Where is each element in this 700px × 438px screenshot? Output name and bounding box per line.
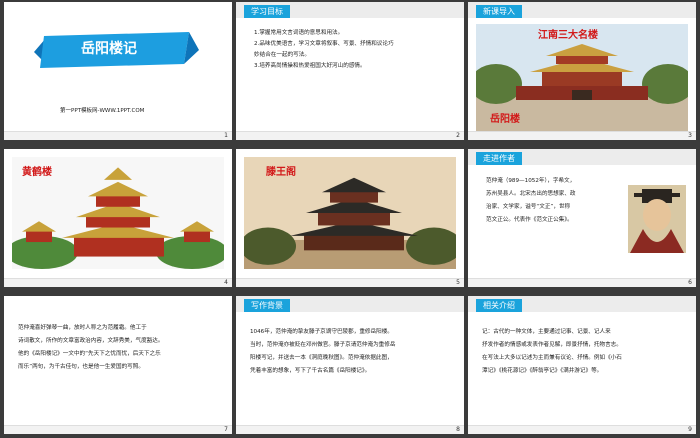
slide-footer: 8 [236, 425, 464, 434]
slide-footer: 1 [4, 131, 232, 140]
slide-number: 5 [456, 279, 460, 286]
caption-bottom: 岳阳楼 [490, 114, 520, 125]
header-bar: 新课导入 [468, 2, 696, 18]
text-line: 他的《岳阳楼记》一文中的“先天下之忧而忧，后天下之乐 [18, 351, 161, 357]
header-bar: 学习目标 [236, 2, 464, 18]
slide-subtitle: 第一PPT模板网-WWW.1PPT.COM [60, 108, 145, 114]
header-tab: 写作背景 [244, 299, 290, 312]
author-portrait [628, 185, 686, 253]
text-line: 范仲淹喜好弹琴一曲，放时人称之为范履霜。他工于 [18, 325, 147, 331]
text-line: 潭记》《桃花源记》《醉翁亭记》《满井游记》等。 [482, 368, 603, 374]
text-line: 当时，范仲淹亦被贬在邓州做官。滕子京请范仲淹为重修岳 [250, 342, 396, 348]
slide-number: 8 [456, 426, 460, 433]
slide-5[interactable]: 滕王阁 5 [236, 149, 464, 287]
slide-9[interactable]: 相关介绍 记：古代的一种文体，主要通过记事、记景、记人来 抒发作者的情感或发表作… [468, 296, 696, 434]
slide-7[interactable]: 范仲淹喜好弹琴一曲，放时人称之为范履霜。他工于 诗词散文，所作的文章富政治内容，… [4, 296, 232, 434]
text-line: 3.培养高尚情操和热爱祖国大好河山的感情。 [254, 63, 366, 69]
text-line: 范文正公。代表作《范文正公集》。 [486, 217, 573, 223]
slide-number: 9 [688, 426, 692, 433]
header-tab: 走进作者 [476, 152, 522, 165]
header-bar: 相关介绍 [468, 296, 696, 312]
header-bar: 走进作者 [468, 149, 696, 165]
photo-caption: 滕王阁 [266, 167, 296, 178]
header-tab: 学习目标 [244, 5, 290, 18]
slide-3[interactable]: 新课导入 江南三大名楼 岳阳楼 3 [468, 2, 696, 140]
header-tab: 相关介绍 [476, 299, 522, 312]
text-line: 凭着丰富的想象，写下了千古名篇《岳阳楼记》。 [250, 368, 371, 374]
slide-footer: 7 [4, 425, 232, 434]
body-text: 1046年，范仲淹的挚友滕子京谪守巴陵郡，重修岳阳楼。 当时，范仲淹亦被贬在邓州… [250, 326, 462, 378]
slide-number: 2 [456, 132, 460, 139]
slide-footer: 5 [236, 278, 464, 287]
header-tab: 新课导入 [476, 5, 522, 18]
text-line: 抒发作者的情感或发表作者见解，即景抒情，托物言志。 [482, 342, 622, 348]
text-line: 1046年，范仲淹的挚友滕子京谪守巴陵郡，重修岳阳楼。 [250, 329, 393, 335]
text-line: 2.品味优美语言，学习文章将叙事、写景、抒情和议论巧 [254, 41, 394, 47]
text-line: 记：古代的一种文体，主要通过记事、记景、记人来 [482, 329, 611, 335]
slide-4[interactable]: 黄鹤楼 4 [4, 149, 232, 287]
slide-6[interactable]: 走进作者 范仲淹（989—1052年），字希文， 苏州吴县人。北宋杰出的思想家、… [468, 149, 696, 287]
body-text: 范仲淹喜好弹琴一曲，放时人称之为范履霜。他工于 诗词散文，所作的文章富政治内容，… [18, 322, 228, 374]
slide-footer: 9 [468, 425, 696, 434]
slide-footer: 3 [468, 131, 696, 140]
text-line: 治家、文学家，谥号“文正”，世称 [486, 204, 571, 210]
slide-number: 3 [688, 132, 692, 139]
slide-footer: 6 [468, 278, 696, 287]
slide-footer: 2 [236, 131, 464, 140]
slide-title: 岳阳楼记 [81, 41, 137, 57]
text-line: 在写法上大多以记述为主而兼有议论、抒情。例如《小石 [482, 355, 622, 361]
slide-number: 4 [224, 279, 228, 286]
slide-footer: 4 [4, 278, 232, 287]
slide-number: 6 [688, 279, 692, 286]
body-text: 范仲淹（989—1052年），字希文， 苏州吴县人。北宋杰出的思想家、政 治家、… [486, 175, 576, 227]
caption-top: 江南三大名楼 [538, 30, 598, 41]
text-line: 阳楼写记，并送去一本《洞庭晚秋图》。范仲淹依据此图， [250, 355, 393, 361]
slide-8[interactable]: 写作背景 1046年，范仲淹的挚友滕子京谪守巴陵郡，重修岳阳楼。 当时，范仲淹亦… [236, 296, 464, 434]
header-bar: 写作背景 [236, 296, 464, 312]
slide-2[interactable]: 学习目标 1.掌握常用文言词语的意思和用法。 2.品味优美语言，学习文章将叙事、… [236, 2, 464, 140]
text-line: 诗词散文，所作的文章富政治内容，文辞秀美，气度豁达。 [18, 338, 164, 344]
slide-number: 7 [224, 426, 228, 433]
text-line: 1.掌握常用文言词语的意思和用法。 [254, 30, 344, 36]
text-line: 范仲淹（989—1052年），字希文， [486, 178, 576, 184]
text-line: 苏州吴县人。北宋杰出的思想家、政 [486, 191, 576, 197]
slide-1[interactable]: 岳阳楼记 第一PPT模板网-WWW.1PPT.COM 1 [4, 2, 232, 140]
text-line: 妙结合在一起的写法。 [254, 52, 310, 58]
body-text: 记：古代的一种文体，主要通过记事、记景、记人来 抒发作者的情感或发表作者见解，即… [482, 326, 694, 378]
body-text: 1.掌握常用文言词语的意思和用法。 2.品味优美语言，学习文章将叙事、写景、抒情… [254, 28, 394, 72]
photo-caption: 黄鹤楼 [22, 167, 52, 178]
text-line: 而乐”两句，为千古佳句，也是他一生爱国的写照。 [18, 364, 144, 370]
slide-number: 1 [224, 132, 228, 139]
